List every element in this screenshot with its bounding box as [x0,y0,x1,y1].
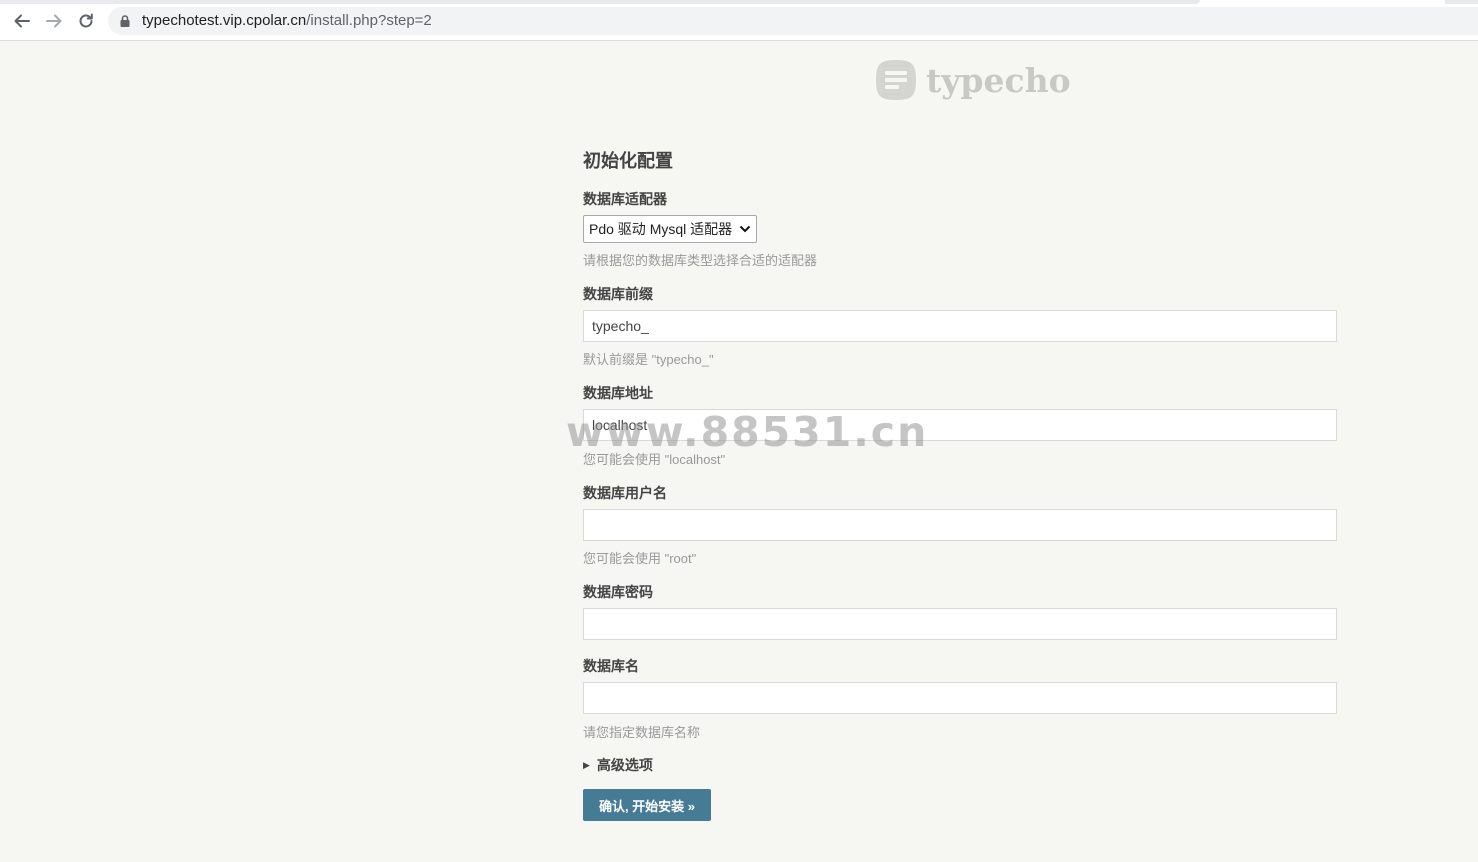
adapter-label: 数据库适配器 [583,191,667,207]
prefix-input[interactable] [583,310,1337,342]
password-input[interactable] [583,608,1337,640]
tab-strip [0,0,1200,4]
dbname-label: 数据库名 [583,658,639,674]
dbname-input[interactable] [583,682,1337,714]
page-title: 初始化配置 [583,151,673,171]
user-input[interactable] [583,509,1337,541]
url-path: /install.php?step=2 [306,12,432,29]
arrow-left-icon [14,14,30,28]
arrow-right-icon [46,14,62,28]
adapter-hint: 请根据您的数据库类型选择合适的适配器 [583,253,818,268]
adapter-selected-value: Pdo 驱动 Mysql 适配器 [589,221,733,237]
prefix-label: 数据库前缀 [583,286,653,302]
typecho-logo: typecho [876,58,1071,102]
browser-toolbar: typechotest.vip.cpolar.cn/install.php?st… [0,0,1478,41]
advanced-options-label: 高级选项 [596,757,653,773]
host-input[interactable] [583,409,1337,441]
submit-install-button[interactable]: 确认, 开始安装 » [583,789,711,821]
lock-icon [120,15,130,27]
chevron-down-icon [739,225,751,233]
reload-button[interactable] [75,10,97,32]
logo-text: typecho [926,60,1071,100]
url-host: typechotest.vip.cpolar.cn [142,12,307,29]
tab-strip-right [1445,0,1478,4]
back-button[interactable] [11,10,33,32]
dbname-hint: 请您指定数据库名称 [583,725,701,740]
user-label: 数据库用户名 [583,485,667,501]
typecho-logo-icon [876,60,916,100]
adapter-select[interactable]: Pdo 驱动 Mysql 适配器 [583,215,757,243]
host-hint: 您可能会使用 "localhost" [583,452,726,467]
forward-button[interactable] [43,10,65,32]
url-text[interactable]: typechotest.vip.cpolar.cn/install.php?st… [142,12,432,29]
triangle-right-icon: ▶ [583,759,590,770]
password-label: 数据库密码 [583,584,653,600]
reload-icon [79,13,93,28]
prefix-hint: 默认前缀是 "typecho_" [583,352,714,367]
host-label: 数据库地址 [583,385,653,401]
advanced-options-toggle[interactable]: ▶ 高级选项 [583,755,653,775]
user-hint: 您可能会使用 "root" [583,551,697,566]
